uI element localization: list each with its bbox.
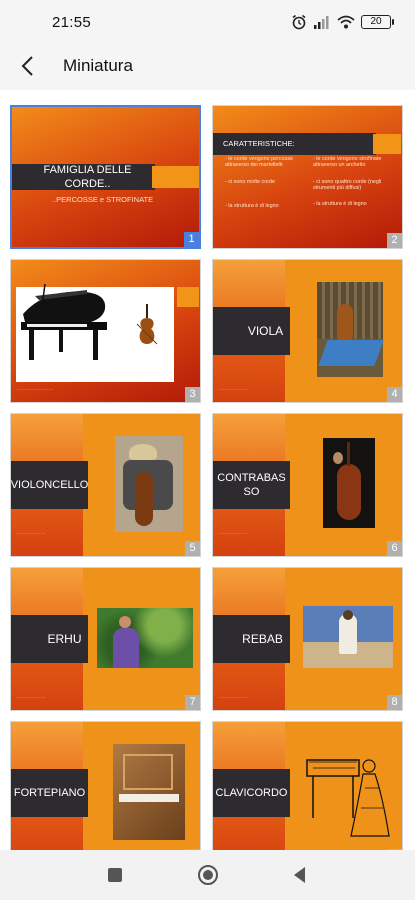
slide-thumbnail-1[interactable]: FAMIGLIA DELLE CORDE.. ..PERCOSSE e STRO… (10, 105, 201, 249)
slide-number: 6 (387, 541, 402, 556)
slide-title: FAMIGLIA DELLE CORDE.. (12, 164, 155, 190)
instrument-name: VIOLONCELLO (11, 461, 88, 509)
left-point-3: - la struttura è di legno (225, 203, 279, 210)
status-icons: 20 (291, 14, 394, 30)
violin-image (136, 304, 158, 345)
circle-icon[interactable] (196, 863, 220, 887)
rebab-photo (303, 606, 393, 668)
instrument-name: REBAB (242, 632, 283, 646)
instrument-name: FORTEPIANO (11, 769, 88, 817)
slide-content: CARATTERISTICHE: - le corde vengono perc… (213, 106, 402, 248)
slide-thumbnail-5[interactable]: VIOLONCELLO ························· 5 (10, 413, 201, 557)
accent-block (152, 166, 199, 188)
slide-content: ······························· (11, 260, 200, 402)
slide-thumbnail-8[interactable]: REBAB ························· 8 (212, 567, 403, 711)
instrument-name: CONTRABASSO (213, 461, 290, 509)
source-text: ························· (218, 532, 248, 536)
accent-block (373, 134, 401, 154)
slide-number: 8 (387, 695, 402, 710)
wifi-icon (337, 15, 355, 29)
viola-photo (317, 282, 384, 377)
slide-content: CONTRABASSO ························· (213, 414, 402, 556)
slide-content: FORTEPIANO (11, 722, 200, 850)
source-text: ························· (218, 388, 248, 392)
triangle-back-icon[interactable] (288, 863, 312, 887)
slide-heading: CARATTERISTICHE: (213, 133, 376, 155)
cello-photo (115, 436, 183, 532)
app-bar: Miniatura (0, 45, 415, 90)
instrument-name: CLAVICORDO (213, 769, 290, 817)
right-column: - le corde vengono strofinate attraverso… (313, 156, 393, 207)
slide-content: VIOLA ························· (213, 260, 402, 402)
instrument-label: REBAB (213, 615, 290, 663)
slide-content: CLAVICORDO (213, 722, 402, 850)
slide-thumbnail-10[interactable]: CLAVICORDO 10 (212, 721, 403, 850)
alarm-icon (292, 14, 306, 30)
source-text: ························· (218, 696, 248, 700)
slide-thumbnail-4[interactable]: VIOLA ························· 4 (212, 259, 403, 403)
instrument-label: VIOLA (213, 307, 290, 355)
instrument-name: VIOLA (247, 324, 284, 338)
left-column: - le corde vengono percosse attraverso d… (225, 156, 307, 210)
battery-icon: 20 (361, 15, 394, 29)
source-text: ······························· (17, 388, 54, 392)
slide-thumbnail-7[interactable]: ERHU ························· 7 (10, 567, 201, 711)
slide-number: 4 (387, 387, 402, 402)
page-title: Miniatura (63, 56, 133, 75)
slide-number: 5 (185, 541, 200, 556)
battery-level: 20 (370, 16, 382, 27)
right-point-1: - le corde vengono strofinate attraverso… (313, 156, 382, 169)
slide-thumbnail-6[interactable]: CONTRABASSO ························· 6 (212, 413, 403, 557)
status-bar: 21:55 20 (0, 0, 415, 45)
right-point-3: - la struttura è di legno (313, 200, 367, 207)
accent-block (177, 287, 199, 307)
fortepiano-photo (113, 744, 185, 840)
slide-number: 7 (185, 695, 200, 710)
thumbnail-grid[interactable]: FAMIGLIA DELLE CORDE.. ..PERCOSSE e STRO… (0, 90, 415, 850)
slide-content: ERHU ························· (11, 568, 200, 710)
system-navigation-bar (0, 850, 415, 900)
clock: 21:55 (52, 14, 92, 31)
slide-content: FAMIGLIA DELLE CORDE.. ..PERCOSSE e STRO… (12, 107, 199, 247)
slide-content: REBAB ························· (213, 568, 402, 710)
instrument-name: ERHU (47, 632, 82, 646)
slide-content: VIOLONCELLO ························· (11, 414, 200, 556)
signal-icon (314, 16, 329, 29)
slide-subtitle: ..PERCOSSE e STROFINATE (52, 195, 154, 204)
instrument-label: ERHU (11, 615, 88, 663)
source-text: ························· (16, 696, 46, 700)
back-arrow-icon[interactable] (14, 51, 44, 81)
left-point-1: - le corde vengono percosse attraverso d… (225, 156, 294, 169)
slide-thumbnail-2[interactable]: CARATTERISTICHE: - le corde vengono perc… (212, 105, 403, 249)
slide-number: 3 (185, 387, 200, 402)
source-text: ························· (16, 532, 46, 536)
clavichord-illustration (306, 759, 390, 837)
right-point-2: - ci sono quattro corde (negli strumenti… (313, 178, 382, 192)
grand-piano-image (21, 284, 107, 360)
double-bass-photo (323, 438, 375, 528)
slide-number: 1 (184, 232, 199, 247)
slide-number: 2 (387, 233, 402, 248)
slide-thumbnail-3[interactable]: ······························· 3 (10, 259, 201, 403)
slide-thumbnail-9[interactable]: FORTEPIANO 9 (10, 721, 201, 850)
erhu-photo (97, 608, 193, 668)
left-point-2: - ci sono molte corde (225, 178, 276, 185)
square-icon[interactable] (103, 863, 127, 887)
